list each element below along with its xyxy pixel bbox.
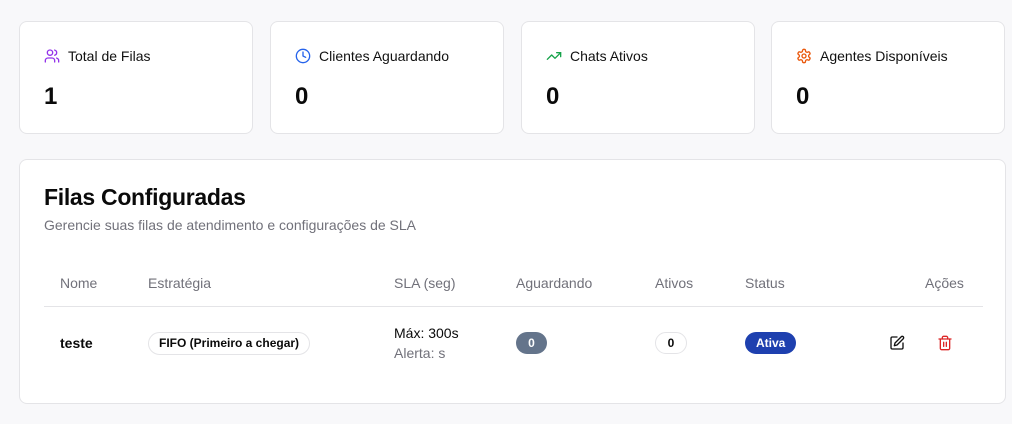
trending-up-icon	[546, 48, 562, 64]
panel-subtitle: Gerencie suas filas de atendimento e con…	[44, 217, 417, 233]
clock-icon	[295, 48, 311, 64]
queue-name: teste	[60, 335, 93, 351]
active-count-badge: 0	[655, 332, 687, 354]
stat-value: 0	[295, 83, 309, 110]
stat-label: Total de Filas	[68, 48, 151, 64]
panel-title: Filas Configuradas	[44, 184, 246, 210]
sla-max: Máx: 300s	[394, 325, 459, 341]
status-badge: Ativa	[745, 332, 797, 354]
waiting-count-badge: 0	[516, 332, 547, 354]
stat-label: Chats Ativos	[570, 48, 648, 64]
stat-value: 0	[796, 83, 810, 110]
sla-alert: Alerta: s	[394, 345, 446, 361]
stat-value: 0	[546, 83, 560, 110]
stat-card-total-queues: Total de Filas 1	[19, 21, 253, 134]
stat-label: Agentes Disponíveis	[820, 48, 948, 64]
column-header-actions: Ações	[925, 275, 964, 291]
queues-panel: Filas Configuradas Gerencie suas filas d…	[19, 159, 1006, 404]
column-header-sla: SLA (seg)	[394, 275, 456, 291]
trash-icon	[937, 335, 953, 351]
column-header-name: Nome	[60, 275, 98, 291]
stat-label: Clientes Aguardando	[319, 48, 449, 64]
stat-card-header: Chats Ativos	[546, 48, 648, 64]
stat-card-header: Clientes Aguardando	[295, 48, 449, 64]
delete-queue-button[interactable]	[935, 333, 955, 353]
stat-value: 1	[44, 83, 58, 110]
column-header-active: Ativos	[655, 275, 694, 291]
users-icon	[44, 48, 60, 64]
stat-card-waiting-clients: Clientes Aguardando 0	[270, 21, 504, 134]
strategy-badge: FIFO (Primeiro a chegar)	[148, 332, 311, 355]
edit-queue-button[interactable]	[887, 333, 907, 353]
stat-card-header: Total de Filas	[44, 48, 150, 64]
stat-card-available-agents: Agentes Disponíveis 0	[771, 21, 1005, 134]
column-header-waiting: Aguardando	[516, 275, 593, 291]
edit-icon	[889, 335, 905, 351]
stat-card-header: Agentes Disponíveis	[796, 48, 948, 64]
table-header-divider	[44, 306, 983, 307]
gear-icon	[796, 48, 812, 64]
column-header-strategy: Estratégia	[148, 275, 212, 291]
stat-card-active-chats: Chats Ativos 0	[521, 21, 755, 134]
column-header-status: Status	[745, 275, 785, 291]
